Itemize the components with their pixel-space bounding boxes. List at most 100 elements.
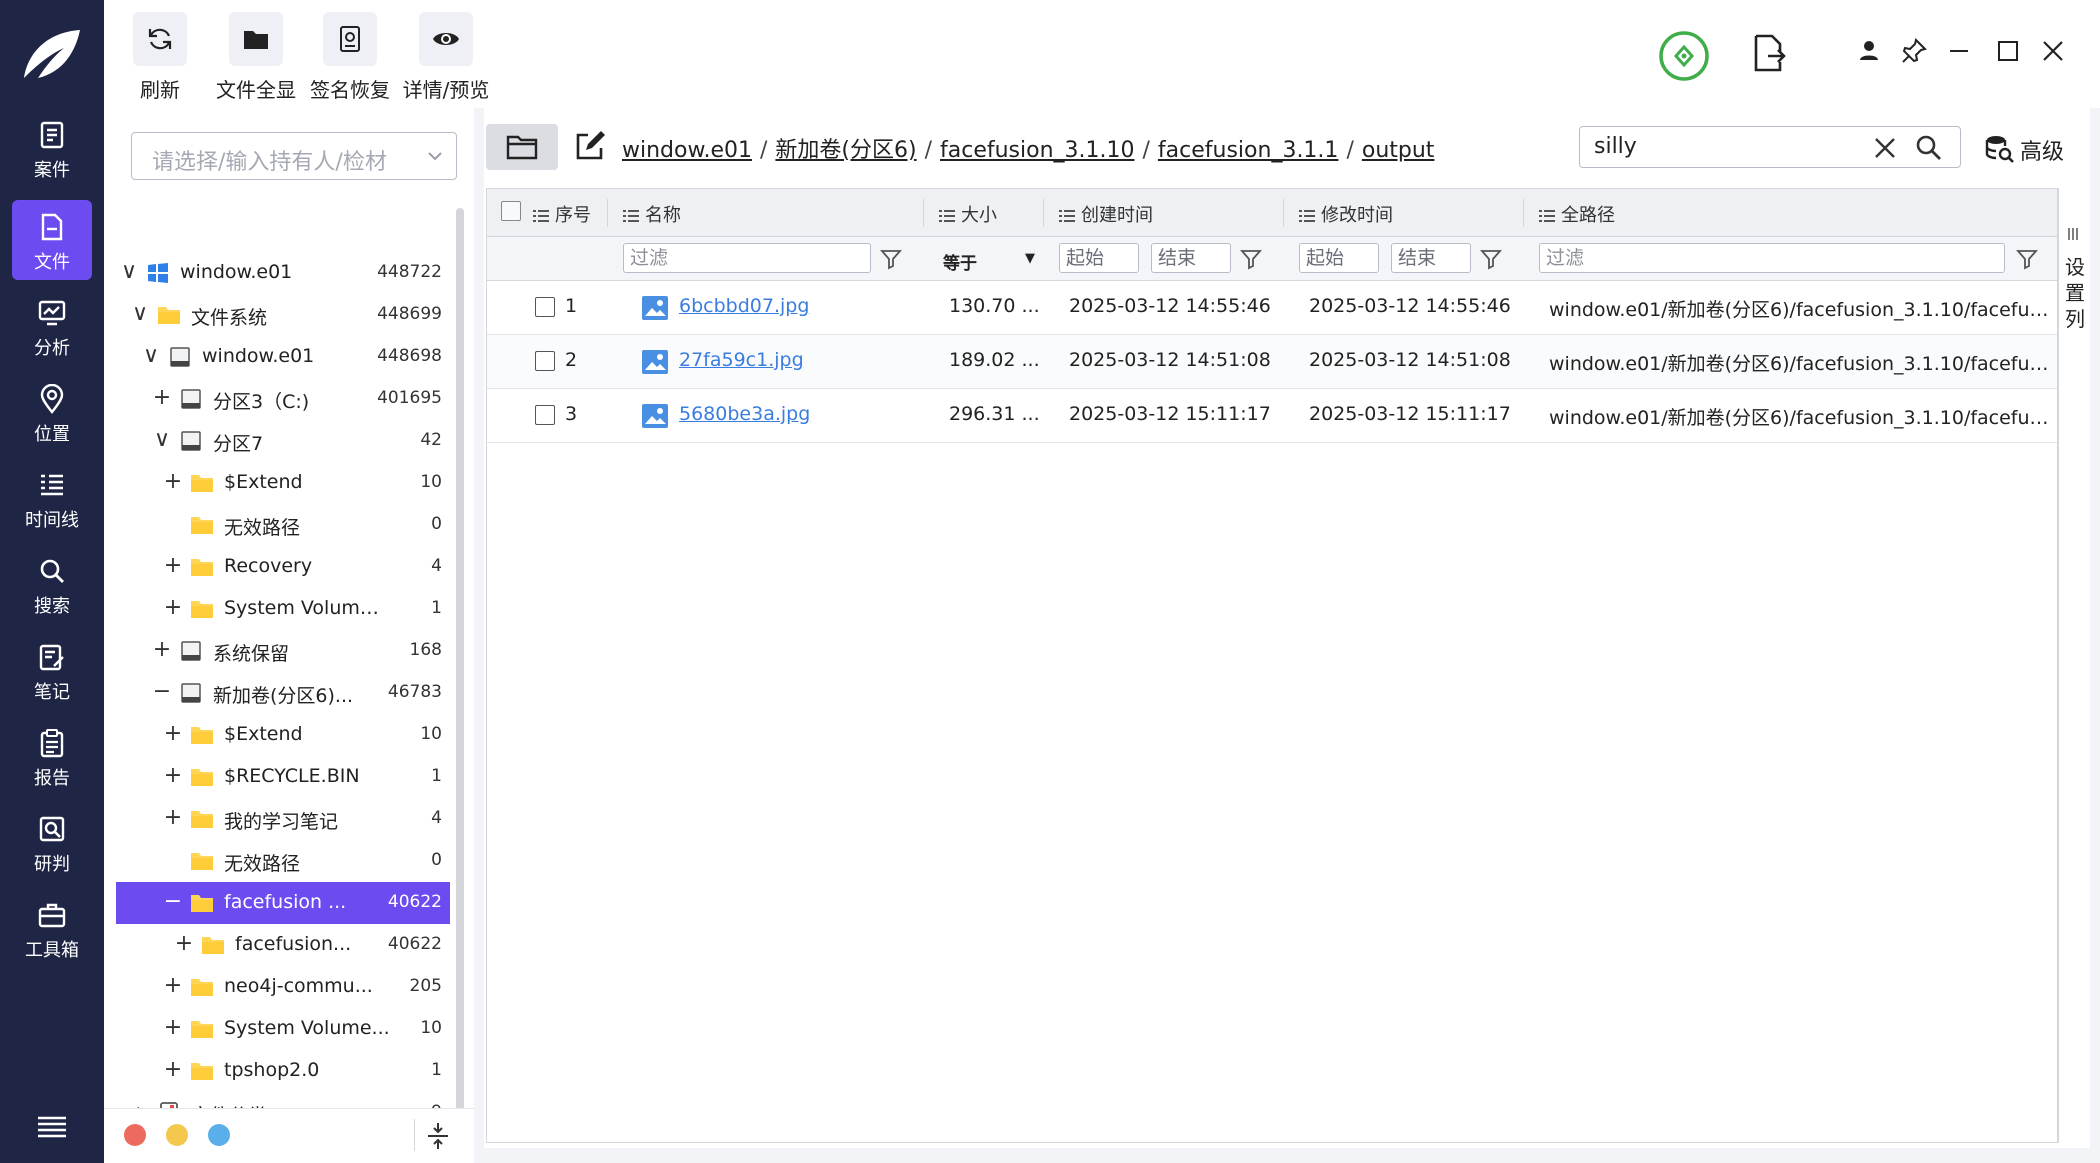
collapse-all-icon[interactable] xyxy=(426,1121,450,1151)
column-header-path[interactable]: 全路径 xyxy=(1539,201,1615,227)
tree-item[interactable]: + 分区3（C:) 401695 xyxy=(116,378,450,420)
tree-item[interactable]: − 新加卷(分区6)... 46783 xyxy=(116,672,450,714)
column-header-seq[interactable]: 序号 xyxy=(533,201,591,227)
table-row[interactable]: 1 6bcbbd07.jpg 130.70 ... 2025-03-12 14:55:… xyxy=(487,281,2057,335)
tree-expander-icon[interactable]: ∨ xyxy=(151,429,173,451)
pin-icon[interactable] xyxy=(1899,36,1929,66)
breadcrumb-item[interactable]: facefusion_3.1.10 xyxy=(940,138,1135,163)
tree-item[interactable]: ∨ 分区7 42 xyxy=(116,420,450,462)
tree-expander-icon[interactable]: + xyxy=(162,723,184,745)
clear-search-icon[interactable] xyxy=(1872,135,1898,161)
tree-item[interactable]: + neo4j-commu... 205 xyxy=(116,966,450,1008)
nav-judgement[interactable]: 研判 xyxy=(12,802,92,882)
tree-item[interactable]: + $Extend 10 xyxy=(116,462,450,504)
tree-expander-icon[interactable]: − xyxy=(151,681,173,703)
created-start-input[interactable]: 起始 xyxy=(1059,243,1139,273)
nav-toolbox[interactable]: 工具箱 xyxy=(12,888,92,968)
tree-item[interactable]: + $Extend 10 xyxy=(116,714,450,756)
tree-item[interactable]: ∨ 文件系统 448699 xyxy=(116,294,450,336)
details-preview-button[interactable]: 详情/预览 xyxy=(396,12,496,103)
nav-search[interactable]: 搜索 xyxy=(12,544,92,624)
row-checkbox[interactable] xyxy=(535,351,555,371)
column-divider[interactable] xyxy=(1523,199,1524,227)
tree-item[interactable]: 无效路径 0 xyxy=(116,504,450,546)
modified-end-input[interactable]: 结束 xyxy=(1391,243,1471,273)
table-row[interactable]: 2 27fa59c1.jpg 189.02 ... 2025-03-12 14:51:… xyxy=(487,335,2057,389)
file-name-link[interactable]: 6bcbbd07.jpg xyxy=(679,295,809,317)
filter-icon[interactable] xyxy=(2015,247,2039,271)
tree-expander-icon[interactable]: ∨ xyxy=(140,345,162,367)
tree-expander-icon[interactable]: + xyxy=(162,471,184,493)
tree-item[interactable]: − facefusion ... 40622 xyxy=(116,882,450,924)
column-divider[interactable] xyxy=(1043,199,1044,227)
tree-expander-icon[interactable]: ∨ xyxy=(129,303,151,325)
tree-expander-icon[interactable]: − xyxy=(162,891,184,913)
path-filter-input[interactable]: 过滤 xyxy=(1539,243,2005,273)
hamburger-menu-icon[interactable] xyxy=(36,1114,68,1140)
breadcrumb-item[interactable]: facefusion_3.1.1 xyxy=(1158,138,1339,163)
tree-expander-icon[interactable]: + xyxy=(173,933,195,955)
tree-item[interactable]: + Recovery 4 xyxy=(116,546,450,588)
tree-item[interactable]: + System Volume... 10 xyxy=(116,1008,450,1050)
tree-expander-icon[interactable]: + xyxy=(162,807,184,829)
tree-expander-icon[interactable]: + xyxy=(162,1017,184,1039)
minimize-icon[interactable] xyxy=(1944,36,1974,66)
tree-item[interactable]: + facefusion... 40622 xyxy=(116,924,450,966)
nav-timeline[interactable]: 时间线 xyxy=(12,458,92,538)
created-end-input[interactable]: 结束 xyxy=(1151,243,1231,273)
select-all-checkbox[interactable] xyxy=(501,201,521,221)
blue-dot-button[interactable] xyxy=(208,1124,230,1146)
column-header-created[interactable]: 创建时间 xyxy=(1059,201,1153,227)
yellow-dot-button[interactable] xyxy=(166,1124,188,1146)
tree-item[interactable]: ∨ window.e01 448698 xyxy=(116,336,450,378)
nav-report[interactable]: 报告 xyxy=(12,716,92,796)
column-divider[interactable] xyxy=(923,199,924,227)
column-divider[interactable] xyxy=(1283,199,1284,227)
breadcrumb-item[interactable]: output xyxy=(1362,138,1435,163)
tree-expander-icon[interactable]: + xyxy=(162,975,184,997)
tree-expander-icon[interactable]: + xyxy=(162,1059,184,1081)
size-operator-select[interactable]: 等于 xyxy=(943,249,977,274)
refresh-button[interactable]: 刷新 xyxy=(110,12,210,103)
search-input[interactable]: silly xyxy=(1579,126,1961,168)
caret-down-icon[interactable]: ▼ xyxy=(1025,251,1035,266)
tree-item[interactable]: + 我的学习笔记 4 xyxy=(116,798,450,840)
nav-file[interactable]: 文件 xyxy=(12,200,92,280)
column-header-size[interactable]: 大小 xyxy=(939,201,997,227)
advanced-search-button[interactable]: 高级 xyxy=(1984,132,2084,166)
tree-item[interactable]: + 系统保留 168 xyxy=(116,630,450,672)
show-all-files-button[interactable]: 文件全显 xyxy=(206,12,306,103)
tree-item[interactable]: + $RECYCLE.BIN 1 xyxy=(116,756,450,798)
tree-item[interactable]: ∨ window.e01 448722 xyxy=(116,252,450,294)
maximize-icon[interactable] xyxy=(1993,36,2023,66)
tree-item[interactable]: 无效路径 0 xyxy=(116,840,450,882)
tree-scrollbar[interactable] xyxy=(456,208,464,1138)
row-checkbox[interactable] xyxy=(535,297,555,317)
column-settings-tab[interactable]: 设置列 xyxy=(2058,188,2090,1143)
filter-icon[interactable] xyxy=(1239,247,1263,271)
file-name-link[interactable]: 5680be3a.jpg xyxy=(679,403,810,425)
row-checkbox[interactable] xyxy=(535,405,555,425)
signature-recovery-button[interactable]: 签名恢复 xyxy=(300,12,400,103)
column-divider[interactable] xyxy=(607,199,608,227)
folder-view-button[interactable] xyxy=(486,124,558,170)
nav-notes[interactable]: 笔记 xyxy=(12,630,92,710)
name-filter-input[interactable]: 过滤 xyxy=(623,243,871,273)
nav-analysis[interactable]: 分析 xyxy=(12,286,92,366)
column-header-name[interactable]: 名称 xyxy=(623,201,681,227)
column-header-modified[interactable]: 修改时间 xyxy=(1299,201,1393,227)
tree-item[interactable]: + System Volume ... 1 xyxy=(116,588,450,630)
tree-expander-icon[interactable]: + xyxy=(151,639,173,661)
tree-item[interactable]: + tpshop2.0 1 xyxy=(116,1050,450,1092)
filter-icon[interactable] xyxy=(1479,247,1503,271)
tree-expander-icon[interactable]: + xyxy=(162,765,184,787)
user-icon[interactable] xyxy=(1854,36,1884,66)
nav-location[interactable]: 位置 xyxy=(12,372,92,452)
tree-expander-icon[interactable]: + xyxy=(151,387,173,409)
nav-case[interactable]: 案件 xyxy=(12,108,92,188)
search-icon[interactable] xyxy=(1914,133,1944,163)
export-file-icon[interactable] xyxy=(1752,34,1786,72)
tree-expander-icon[interactable]: + xyxy=(162,555,184,577)
edit-path-icon[interactable] xyxy=(574,130,606,162)
modified-start-input[interactable]: 起始 xyxy=(1299,243,1379,273)
